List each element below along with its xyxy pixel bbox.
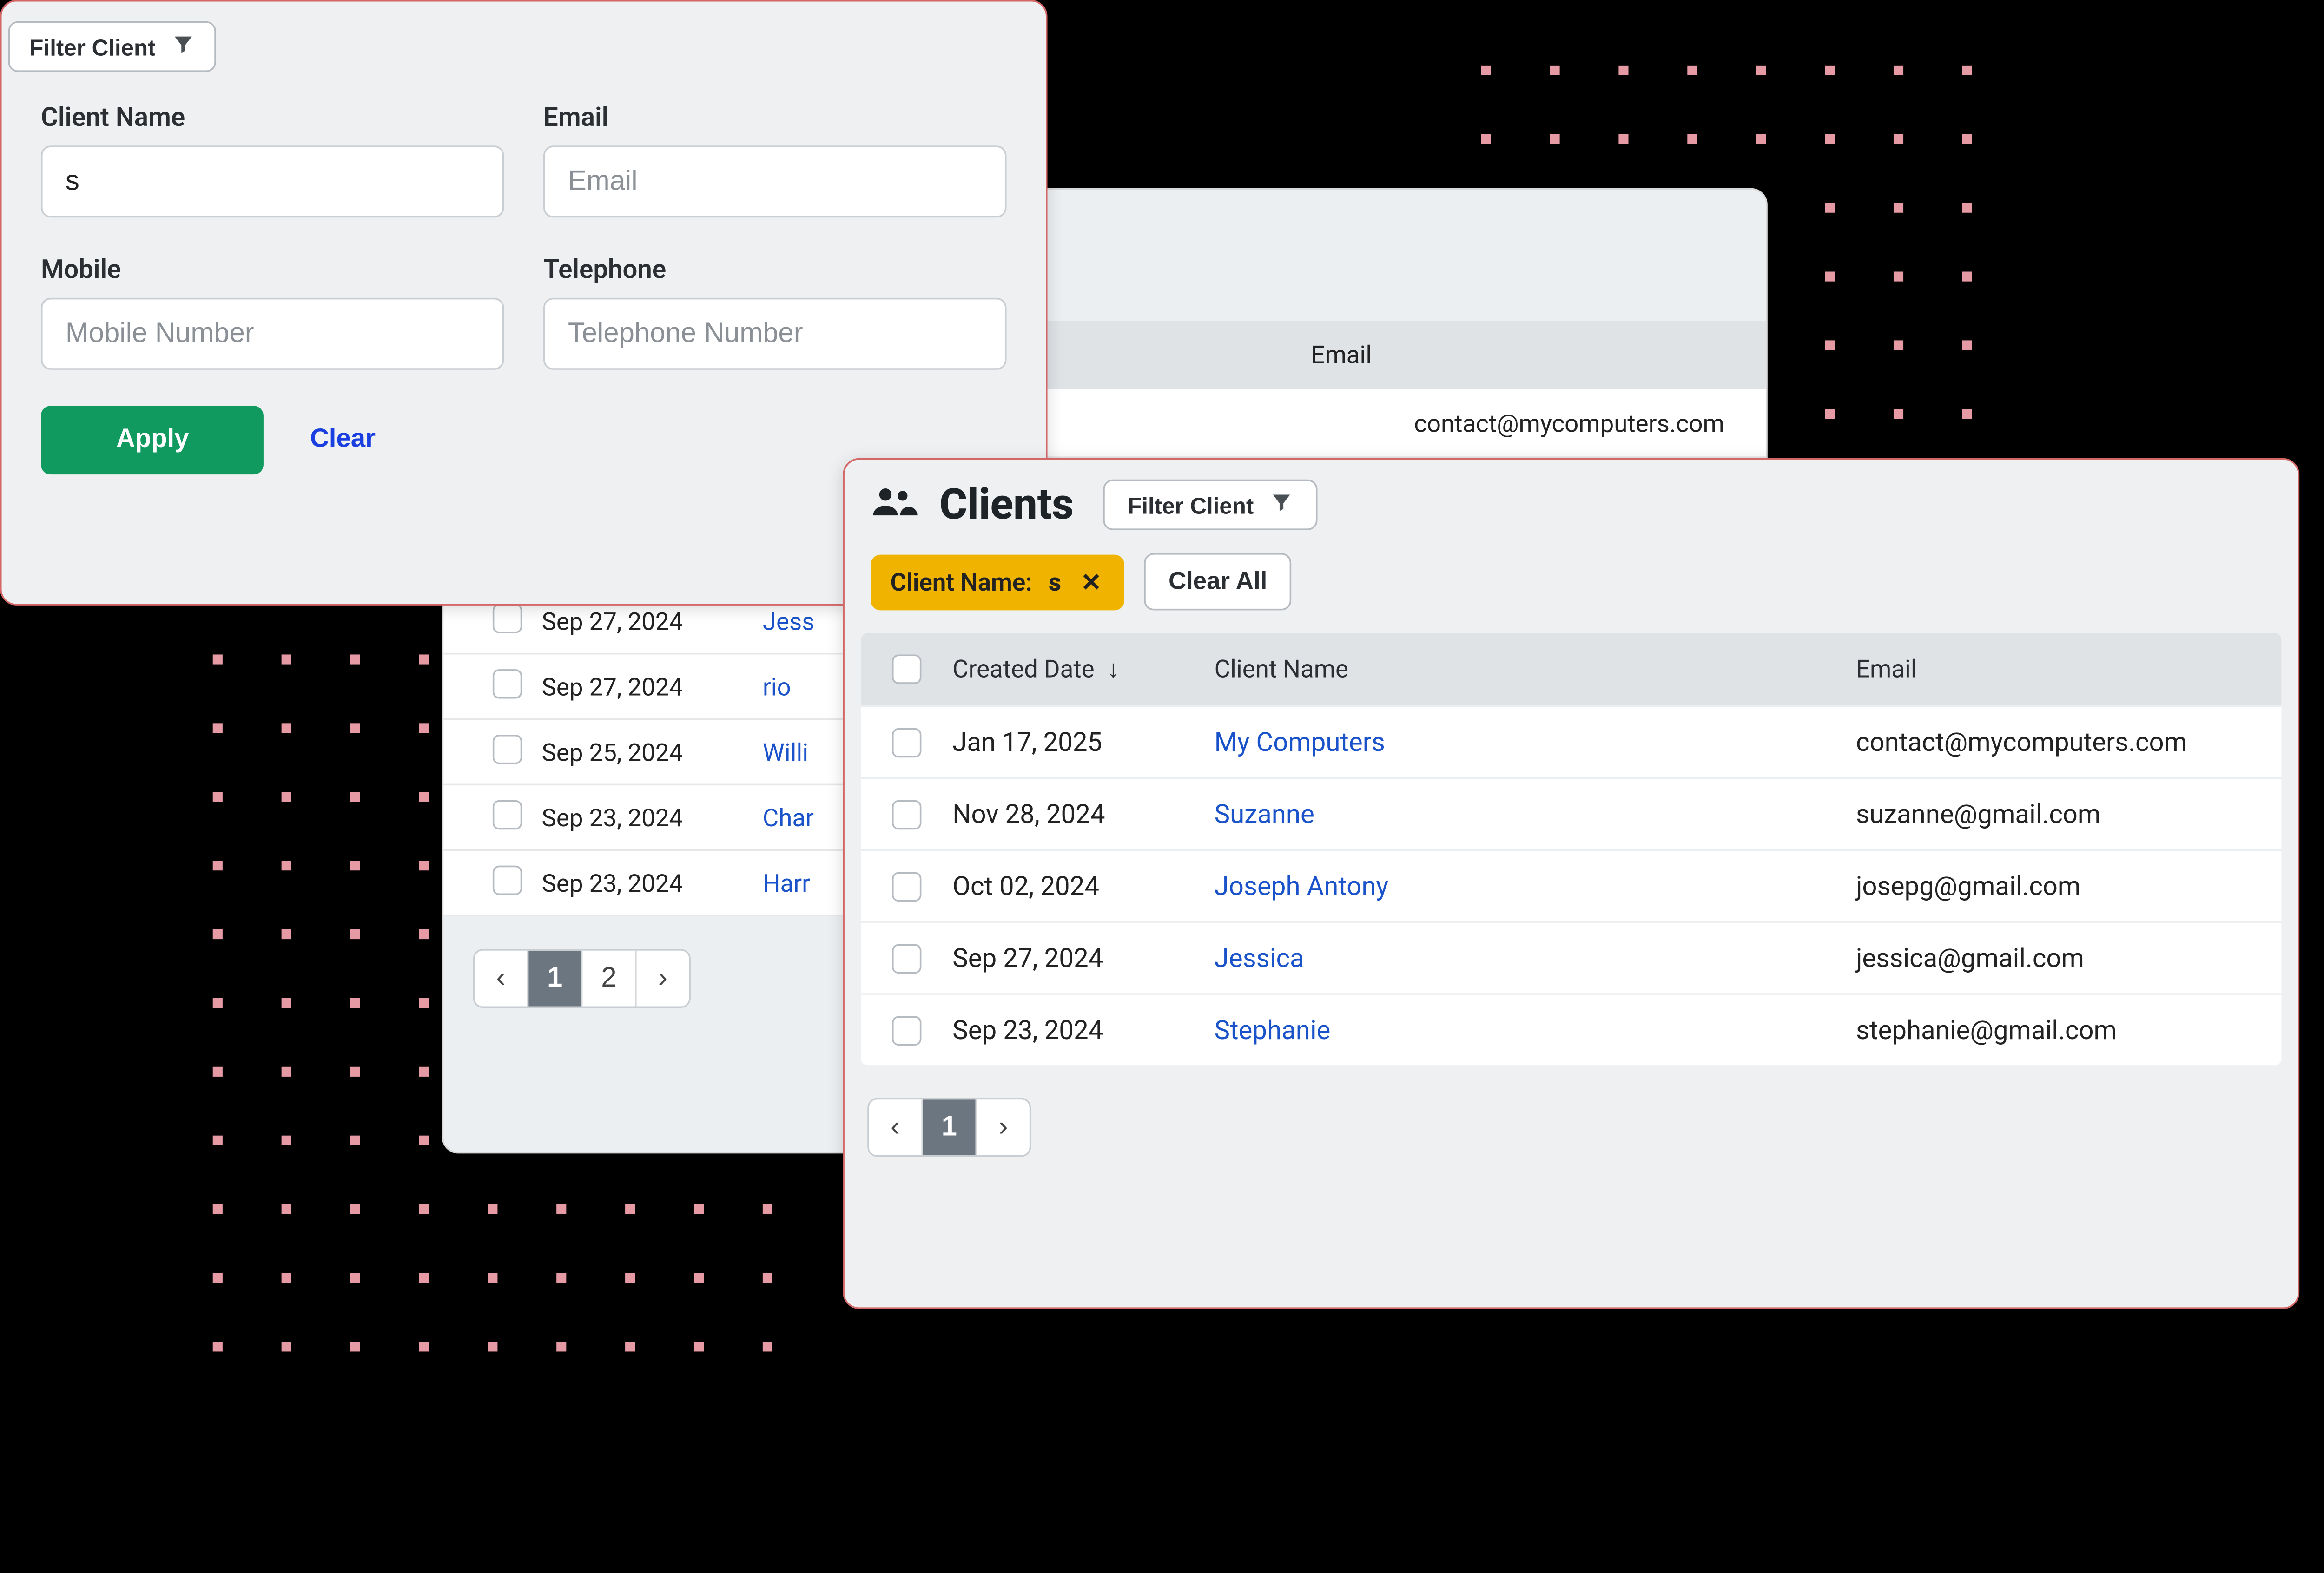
row-checkbox[interactable] [892, 943, 921, 973]
grid-row-client-link[interactable]: Stephanie [1215, 1014, 1856, 1046]
client-name-input[interactable] [41, 145, 504, 217]
row-checkbox[interactable] [493, 865, 522, 894]
email-input[interactable] [543, 145, 1006, 217]
grid-row-email: jessica@gmail.com [1856, 942, 2281, 974]
row-checkbox[interactable] [493, 668, 522, 698]
results-pagination-prev[interactable]: ‹ [869, 1099, 922, 1155]
column-client-name-label: Client Name [1215, 654, 1348, 684]
column-email-header: Email [1311, 340, 1372, 369]
grid-row: Nov 28, 2024Suzannesuzanne@gmail.com [861, 777, 2281, 849]
back-pagination-page-1[interactable]: 1 [528, 951, 581, 1007]
back-row-date: Sep 25, 2024 [541, 737, 762, 766]
filter-chip-client-name: Client Name: s ✕ [871, 554, 1124, 610]
row-checkbox[interactable] [493, 603, 522, 632]
grid-row: Sep 27, 2024Jessicajessica@gmail.com [861, 921, 2281, 993]
chevron-right-icon: › [658, 962, 667, 994]
grid-row-email: stephanie@gmail.com [1856, 1014, 2281, 1046]
sort-desc-icon: ↓ [1107, 654, 1119, 684]
mobile-label: Mobile [41, 254, 504, 285]
email-label: Email [543, 101, 1006, 132]
back-table-email-cell: contact@mycomputers.com [1414, 408, 1724, 438]
clients-results-panel: Clients Filter Client Client Name: s ✕ C… [843, 458, 2299, 1309]
grid-row-client-link[interactable]: My Computers [1215, 726, 1856, 757]
grid-row: Oct 02, 2024Joseph Antonyjosepg@gmail.co… [861, 849, 2281, 921]
back-row-client-link[interactable]: Willi [763, 737, 808, 766]
chevron-left-icon: ‹ [496, 962, 505, 994]
chevron-right-icon: › [998, 1111, 1008, 1144]
clients-title: Clients [939, 480, 1074, 529]
grid-row: Jan 17, 2025My Computerscontact@mycomput… [861, 705, 2281, 777]
grid-row-date: Jan 17, 2025 [952, 726, 1214, 757]
select-all-checkbox[interactable] [892, 654, 921, 684]
clear-all-button[interactable]: Clear All [1144, 553, 1292, 610]
filter-chip-remove-icon[interactable]: ✕ [1077, 567, 1104, 596]
results-filter-client-button[interactable]: Filter Client [1103, 480, 1317, 530]
back-pagination-page-2[interactable]: 2 [583, 951, 635, 1007]
back-row-client-link[interactable]: Harr [763, 868, 810, 897]
back-row-client-link[interactable]: rio [763, 671, 791, 701]
back-row-client-link[interactable]: Jess [763, 606, 815, 636]
back-row-client-link[interactable]: Char [763, 803, 814, 832]
results-pagination: ‹ 1 › [867, 1098, 1031, 1157]
users-icon [871, 480, 920, 529]
results-pagination-page-1[interactable]: 1 [923, 1099, 976, 1155]
row-checkbox[interactable] [493, 799, 522, 829]
row-checkbox[interactable] [892, 799, 921, 829]
apply-button[interactable]: Apply [41, 406, 264, 474]
grid-row-date: Nov 28, 2024 [952, 798, 1214, 829]
grid-row-email: josepg@gmail.com [1856, 870, 2281, 902]
grid-header-row: Created Date ↓ Client Name Email [861, 633, 2281, 705]
grid-row: Sep 23, 2024Stephaniestephanie@gmail.com [861, 993, 2281, 1065]
back-pagination-prev[interactable]: ‹ [475, 951, 527, 1007]
funnel-icon [1270, 491, 1293, 519]
grid-row-client-link[interactable]: Joseph Antony [1215, 870, 1856, 902]
column-created-date[interactable]: Created Date ↓ [952, 654, 1214, 684]
grid-row-date: Sep 23, 2024 [952, 1014, 1214, 1046]
grid-row-email: suzanne@gmail.com [1856, 798, 2281, 829]
clients-grid: Created Date ↓ Client Name Email Jan 17,… [861, 633, 2281, 1066]
filter-client-trigger-button[interactable]: Filter Client [8, 21, 216, 72]
column-email[interactable]: Email [1856, 654, 2281, 684]
clear-button[interactable]: Clear [310, 425, 376, 454]
client-name-label: Client Name [41, 101, 504, 132]
grid-row-date: Sep 27, 2024 [952, 942, 1214, 974]
telephone-input[interactable] [543, 298, 1006, 370]
grid-row-client-link[interactable]: Suzanne [1215, 798, 1856, 829]
grid-row-email: contact@mycomputers.com [1856, 726, 2281, 757]
telephone-label: Telephone [543, 254, 1006, 285]
results-filter-client-label: Filter Client [1128, 492, 1254, 518]
column-client-name[interactable]: Client Name [1215, 654, 1856, 684]
back-pagination-next[interactable]: › [637, 951, 689, 1007]
funnel-icon [172, 33, 195, 60]
column-created-date-label: Created Date [952, 654, 1094, 684]
back-pagination: ‹ 1 2 › [473, 949, 691, 1008]
back-row-date: Sep 23, 2024 [541, 803, 762, 832]
back-row-date: Sep 27, 2024 [541, 671, 762, 701]
results-pagination-next[interactable]: › [977, 1099, 1030, 1155]
back-row-date: Sep 27, 2024 [541, 606, 762, 636]
back-row-date: Sep 23, 2024 [541, 868, 762, 897]
grid-row-client-link[interactable]: Jessica [1215, 942, 1856, 974]
filter-chip-label: Client Name: [890, 567, 1032, 596]
row-checkbox[interactable] [892, 727, 921, 757]
column-email-label: Email [1856, 654, 1917, 684]
row-checkbox[interactable] [892, 1015, 921, 1045]
chevron-left-icon: ‹ [891, 1111, 900, 1144]
grid-row-date: Oct 02, 2024 [952, 870, 1214, 902]
row-checkbox[interactable] [892, 871, 921, 901]
filter-client-trigger-label: Filter Client [29, 33, 155, 59]
row-checkbox[interactable] [493, 734, 522, 763]
filter-chip-value: s [1049, 567, 1061, 596]
mobile-input[interactable] [41, 298, 504, 370]
